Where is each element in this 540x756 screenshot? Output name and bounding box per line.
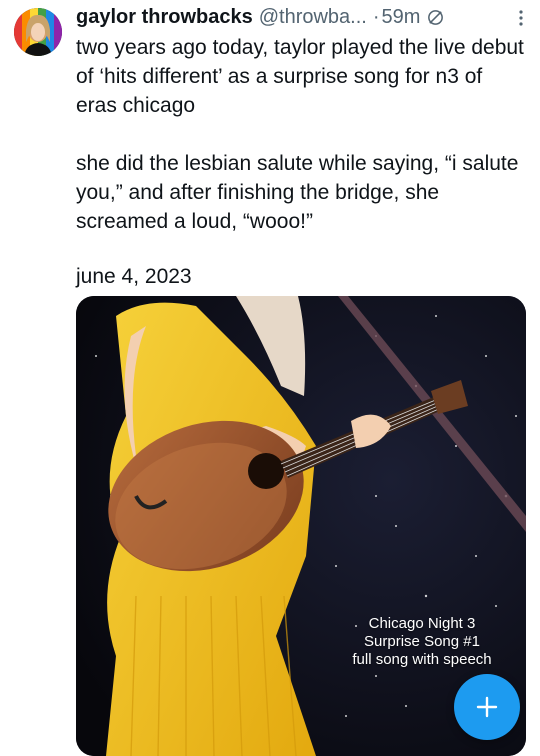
tweet-body: two years ago today, taylor played the l… — [76, 33, 528, 236]
tweet-video[interactable]: Chicago Night 3 Surprise Song #1 full so… — [76, 296, 526, 756]
avatar-image — [14, 8, 62, 56]
video-frame — [76, 296, 526, 756]
more-options-icon[interactable] — [518, 8, 524, 33]
tweet-paragraph-1: two years ago today, taylor played the l… — [76, 36, 524, 117]
video-caption: Chicago Night 3 Surprise Song #1 full so… — [332, 615, 512, 669]
plus-icon — [476, 696, 498, 718]
caption-line-1: Chicago Night 3 — [368, 615, 476, 632]
tweet-time[interactable]: 59m — [382, 6, 421, 29]
author-handle[interactable]: @throwba... — [259, 6, 367, 29]
caption-line-2: Surprise Song #1 — [364, 633, 480, 650]
tweet-header: gaylor throwbacks @throwba... · 59m — [76, 4, 526, 30]
author-name[interactable]: gaylor throwbacks — [76, 6, 253, 29]
circle-slash-icon — [426, 8, 445, 27]
compose-button[interactable] — [454, 674, 520, 740]
tweet-date-line: june 4, 2023 — [76, 265, 192, 288]
tweet-paragraph-2: she did the lesbian salute while saying,… — [76, 152, 519, 233]
caption-line-3: full song with speech — [352, 651, 492, 668]
avatar[interactable] — [14, 8, 62, 56]
separator-dot: · — [372, 5, 380, 28]
